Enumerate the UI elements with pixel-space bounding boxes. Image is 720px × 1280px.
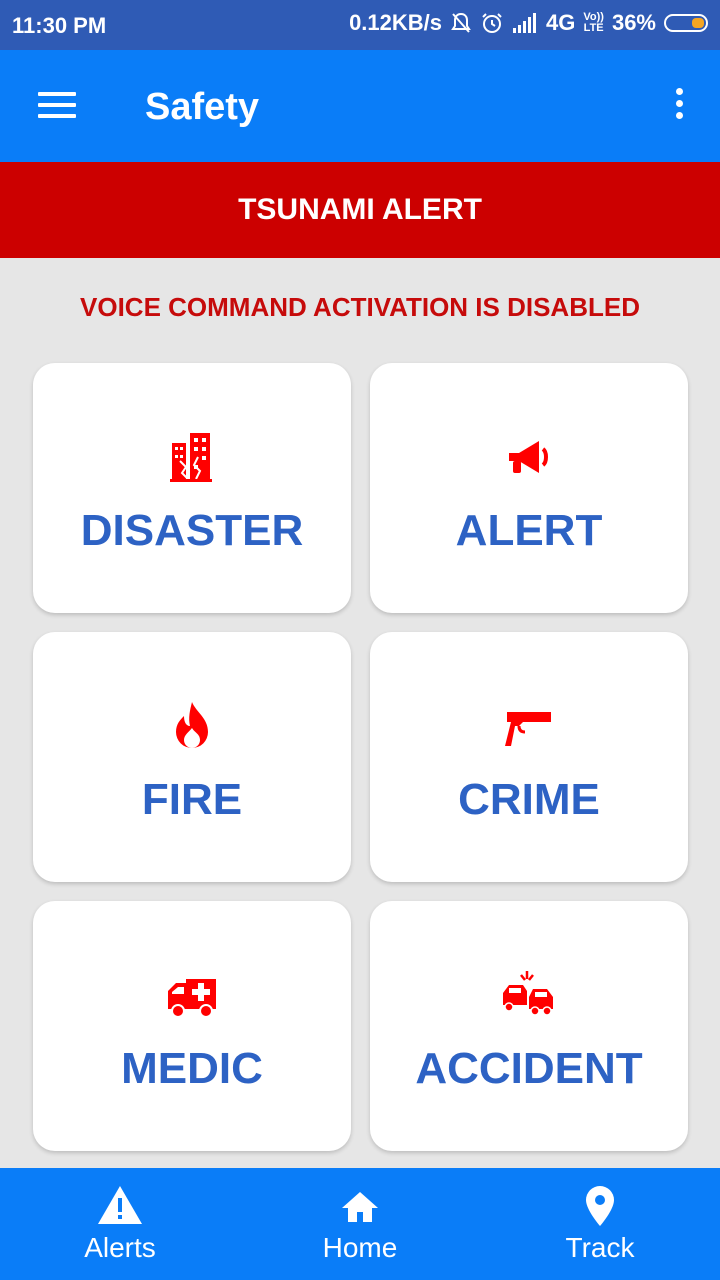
status-time: 11:30 PM bbox=[12, 13, 107, 38]
battery-icon bbox=[664, 14, 708, 32]
nav-home-label: Home bbox=[322, 1232, 398, 1263]
alarm-icon bbox=[482, 13, 502, 33]
more-options-icon[interactable] bbox=[672, 88, 686, 126]
building-collapse-icon bbox=[170, 433, 212, 482]
nav-alerts[interactable]: Alerts bbox=[0, 1168, 240, 1280]
megaphone-icon bbox=[509, 441, 548, 473]
nav-track[interactable]: Track bbox=[480, 1168, 720, 1280]
warning-icon bbox=[98, 1186, 142, 1224]
tile-label: CRIME bbox=[458, 775, 600, 824]
tsunami-alert-banner[interactable]: TSUNAMI ALERT bbox=[0, 162, 720, 258]
menu-icon[interactable] bbox=[38, 92, 76, 122]
status-bar: 11:30 PM 0.12KB/s 4G Vo)) LTE 36% bbox=[0, 0, 720, 50]
tile-label: DISASTER bbox=[80, 506, 304, 555]
voice-command-status: VOICE COMMAND ACTIVATION IS DISABLED bbox=[80, 292, 640, 322]
nav-track-label: Track bbox=[565, 1232, 635, 1263]
gun-icon bbox=[505, 712, 551, 746]
crime-tile[interactable]: CRIME bbox=[370, 632, 688, 882]
tile-label: MEDIC bbox=[121, 1044, 263, 1093]
volte-bottom: LTE bbox=[583, 22, 604, 34]
flame-icon bbox=[176, 702, 208, 748]
volte-indicator: Vo)) LTE bbox=[583, 12, 604, 34]
status-indicators: 0.12KB/s 4G Vo)) LTE 36% bbox=[349, 10, 708, 36]
location-pin-icon bbox=[586, 1186, 614, 1226]
fire-tile[interactable]: FIRE bbox=[33, 632, 351, 882]
tile-label: FIRE bbox=[141, 775, 243, 824]
bottom-navigation: Alerts Home Track bbox=[0, 1168, 720, 1280]
tile-label: ACCIDENT bbox=[415, 1044, 643, 1093]
disaster-tile[interactable]: DISASTER bbox=[33, 363, 351, 613]
accident-tile[interactable]: ACCIDENT bbox=[370, 901, 688, 1151]
alert-tile[interactable]: ALERT bbox=[370, 363, 688, 613]
page-title: Safety bbox=[145, 86, 260, 128]
battery-percent: 36% bbox=[611, 10, 656, 35]
medic-tile[interactable]: MEDIC bbox=[33, 901, 351, 1151]
signal-icon bbox=[513, 13, 537, 33]
tile-label: ALERT bbox=[455, 506, 603, 555]
nav-home[interactable]: Home bbox=[240, 1168, 480, 1280]
mute-bell-icon bbox=[451, 12, 471, 33]
network-speed: 0.12KB/s bbox=[349, 10, 443, 35]
car-crash-icon bbox=[503, 971, 553, 1016]
nav-alerts-label: Alerts bbox=[84, 1232, 156, 1263]
network-type: 4G bbox=[546, 10, 576, 35]
home-icon bbox=[342, 1192, 378, 1222]
ambulance-icon bbox=[168, 979, 216, 1018]
app-bar: Safety bbox=[0, 50, 720, 162]
